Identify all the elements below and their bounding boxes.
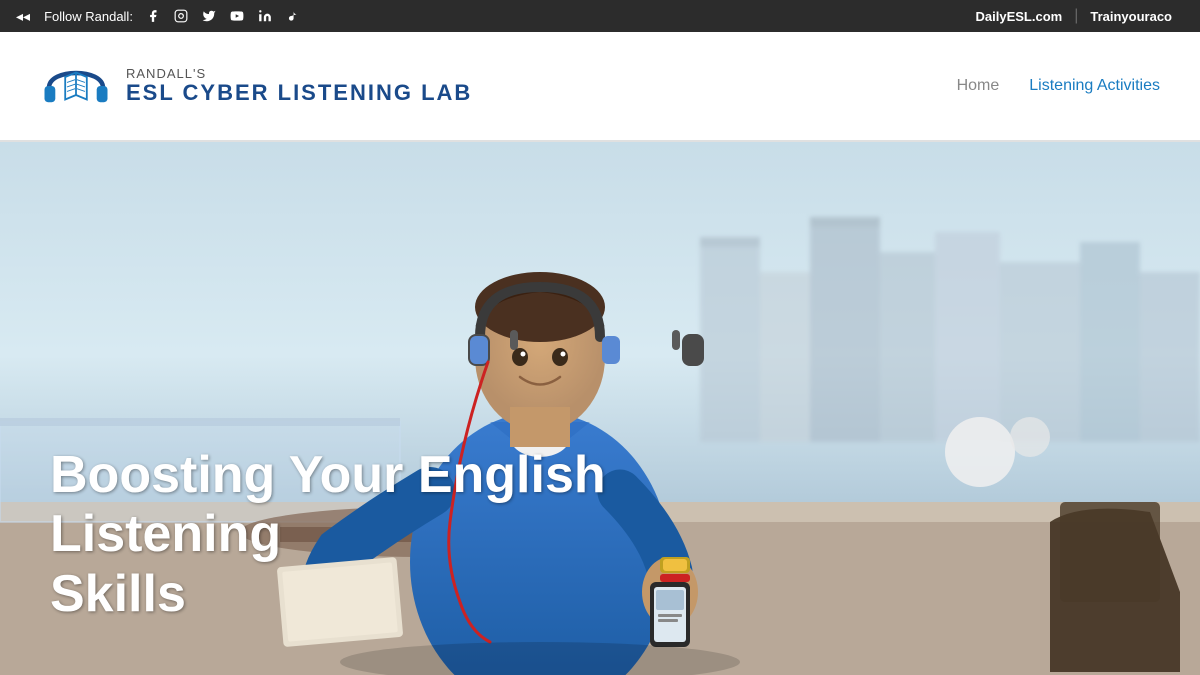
twitter-link[interactable] bbox=[199, 6, 219, 26]
logo-area[interactable]: RANDALL'S ESL CYBER LISTENING LAB bbox=[40, 50, 472, 122]
logo-icon bbox=[40, 50, 112, 122]
tiktok-link[interactable] bbox=[283, 6, 303, 26]
logo-randalls: RANDALL'S bbox=[126, 66, 472, 81]
main-nav: Home Listening Activities bbox=[957, 73, 1160, 99]
listening-activities-nav-link[interactable]: Listening Activities bbox=[1029, 73, 1160, 99]
home-nav-link[interactable]: Home bbox=[957, 73, 1000, 99]
hero-section: Boosting Your English Listening Skills bbox=[0, 142, 1200, 675]
social-icons-group bbox=[143, 6, 303, 26]
follow-label: Follow Randall: bbox=[44, 9, 133, 24]
youtube-link[interactable] bbox=[227, 6, 247, 26]
hero-overlay: Boosting Your English Listening Skills bbox=[0, 406, 1200, 675]
train-link[interactable]: Trainyouraco bbox=[1078, 9, 1184, 24]
logo-main-title: ESL CYBER LISTENING LAB bbox=[126, 81, 472, 105]
linkedin-link[interactable] bbox=[255, 6, 275, 26]
instagram-link[interactable] bbox=[171, 6, 191, 26]
share-icon: ◂◂ bbox=[16, 8, 30, 25]
hero-title-line2: Skills bbox=[50, 565, 186, 623]
top-bar-left: ◂◂ Follow Randall: bbox=[16, 6, 303, 26]
facebook-link[interactable] bbox=[143, 6, 163, 26]
hero-title-line1: Boosting Your English Listening bbox=[50, 446, 606, 564]
logo-text: RANDALL'S ESL CYBER LISTENING LAB bbox=[126, 66, 472, 105]
top-bar: ◂◂ Follow Randall: DailyESL.com | bbox=[0, 0, 1200, 32]
top-bar-right: DailyESL.com | Trainyouraco bbox=[964, 7, 1185, 25]
site-header: RANDALL'S ESL CYBER LISTENING LAB Home L… bbox=[0, 32, 1200, 142]
daily-esl-link[interactable]: DailyESL.com bbox=[964, 9, 1075, 24]
hero-title: Boosting Your English Listening Skills bbox=[50, 446, 750, 625]
